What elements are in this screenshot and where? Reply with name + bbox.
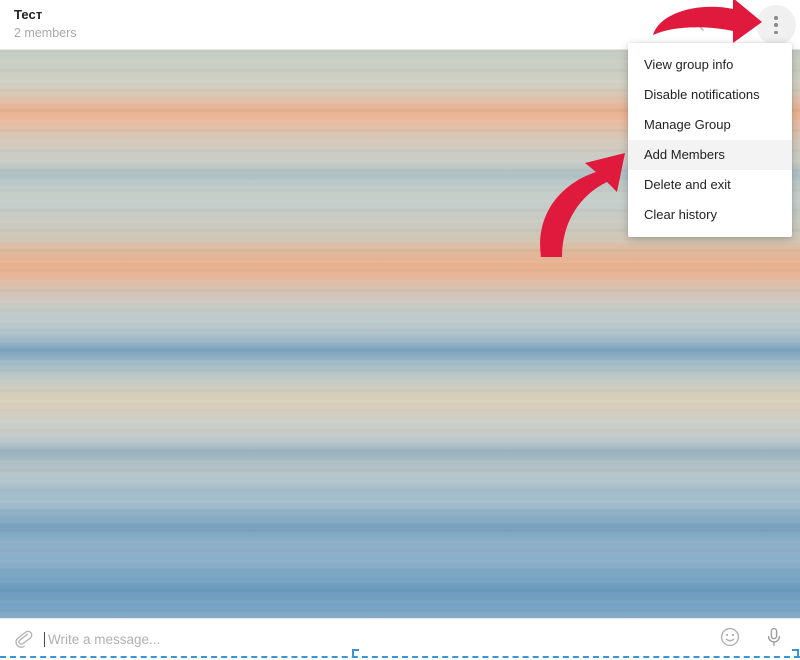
emoji-button[interactable]	[718, 626, 742, 653]
composer-actions	[718, 619, 786, 660]
search-button[interactable]	[676, 5, 716, 45]
text-caret	[44, 632, 45, 647]
chat-header-titles[interactable]: Тест 2 members	[14, 7, 77, 41]
chat-members-count: 2 members	[14, 26, 77, 40]
drop-zone-indicator	[0, 656, 800, 658]
pinned-messages-icon	[727, 14, 745, 37]
message-input-placeholder: Write a message...	[48, 632, 161, 647]
menu-item-disable-notifications[interactable]: Disable notifications	[628, 80, 792, 110]
smiley-icon	[719, 626, 741, 653]
menu-item-view-group-info[interactable]: View group info	[628, 50, 792, 80]
page-title: Тест	[14, 7, 43, 22]
paperclip-icon	[12, 627, 34, 654]
pinned-messages-button[interactable]	[716, 5, 756, 45]
message-input-wrapper[interactable]: Write a message...	[44, 619, 160, 660]
menu-item-clear-history[interactable]: Clear history	[628, 200, 792, 230]
menu-item-manage-group[interactable]: Manage Group	[628, 110, 792, 140]
telegram-window: Тест 2 members View group info Disable n…	[0, 0, 800, 660]
drop-zone-marker-right	[792, 649, 799, 656]
more-vertical-icon	[774, 16, 778, 34]
search-icon	[687, 14, 705, 37]
microphone-icon	[763, 626, 785, 653]
voice-message-button[interactable]	[762, 626, 786, 653]
attach-file-button[interactable]	[10, 627, 36, 653]
more-options-button[interactable]	[756, 5, 796, 45]
menu-item-add-members[interactable]: Add Members	[628, 140, 792, 170]
message-composer: Write a message...	[0, 618, 800, 660]
drop-zone-marker-center	[352, 649, 359, 656]
chat-options-menu: View group info Disable notifications Ma…	[628, 43, 792, 237]
menu-item-delete-and-exit[interactable]: Delete and exit	[628, 170, 792, 200]
